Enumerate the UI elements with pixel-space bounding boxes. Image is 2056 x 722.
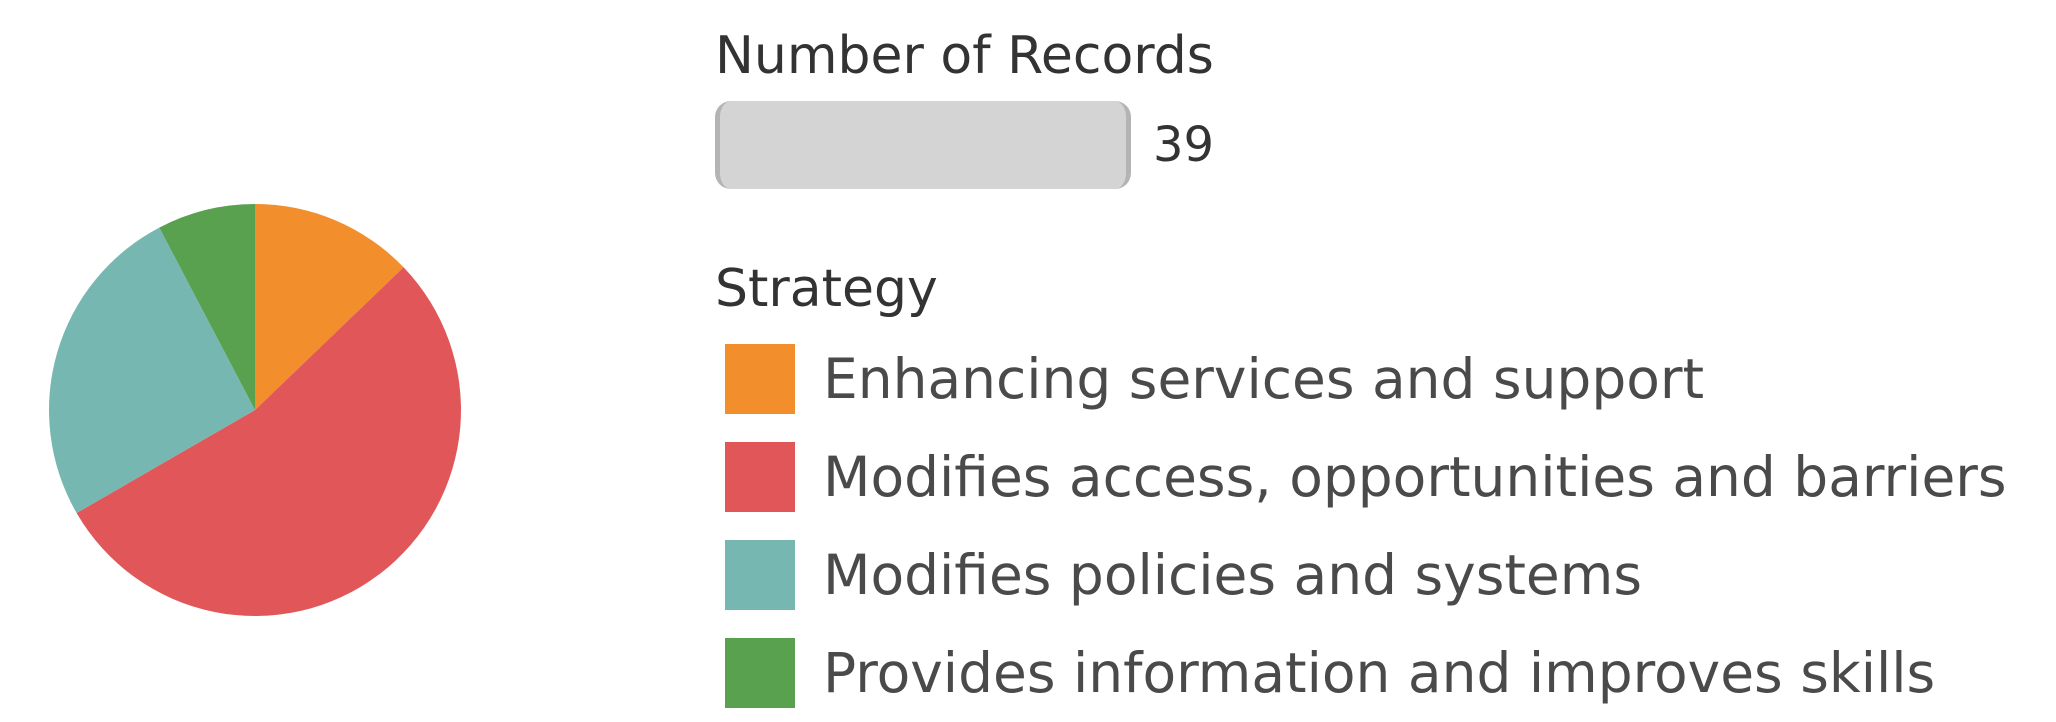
pie-chart xyxy=(49,204,462,617)
legend-label: Modifies access, opportunities and barri… xyxy=(823,445,2007,510)
color-legend-title: Strategy xyxy=(715,259,938,319)
color-legend-list: Enhancing services and support Modifies … xyxy=(725,330,2007,722)
size-legend-value: 39 xyxy=(1153,117,1215,174)
size-legend-title: Number of Records xyxy=(715,26,1214,86)
legend-swatch xyxy=(725,344,795,415)
legend-label: Modifies policies and systems xyxy=(823,543,1642,608)
legend-item[interactable]: Enhancing services and support xyxy=(725,330,2007,428)
legend-label: Provides information and improves skills xyxy=(823,641,1936,706)
legend-item[interactable]: Modifies access, opportunities and barri… xyxy=(725,428,2007,526)
size-legend-mark xyxy=(715,101,1131,190)
size-legend: Number of Records 39 xyxy=(715,25,1215,190)
legend-swatch xyxy=(725,540,795,611)
legend-label: Enhancing services and support xyxy=(823,347,1705,412)
color-legend: Strategy Enhancing services and support … xyxy=(715,258,2007,722)
legend-item[interactable]: Provides information and improves skills xyxy=(725,624,2007,722)
legend-item[interactable]: Modifies policies and systems xyxy=(725,526,2007,624)
size-legend-row: 39 xyxy=(715,101,1215,190)
legend-swatch xyxy=(725,442,795,513)
legend-swatch xyxy=(725,638,795,709)
